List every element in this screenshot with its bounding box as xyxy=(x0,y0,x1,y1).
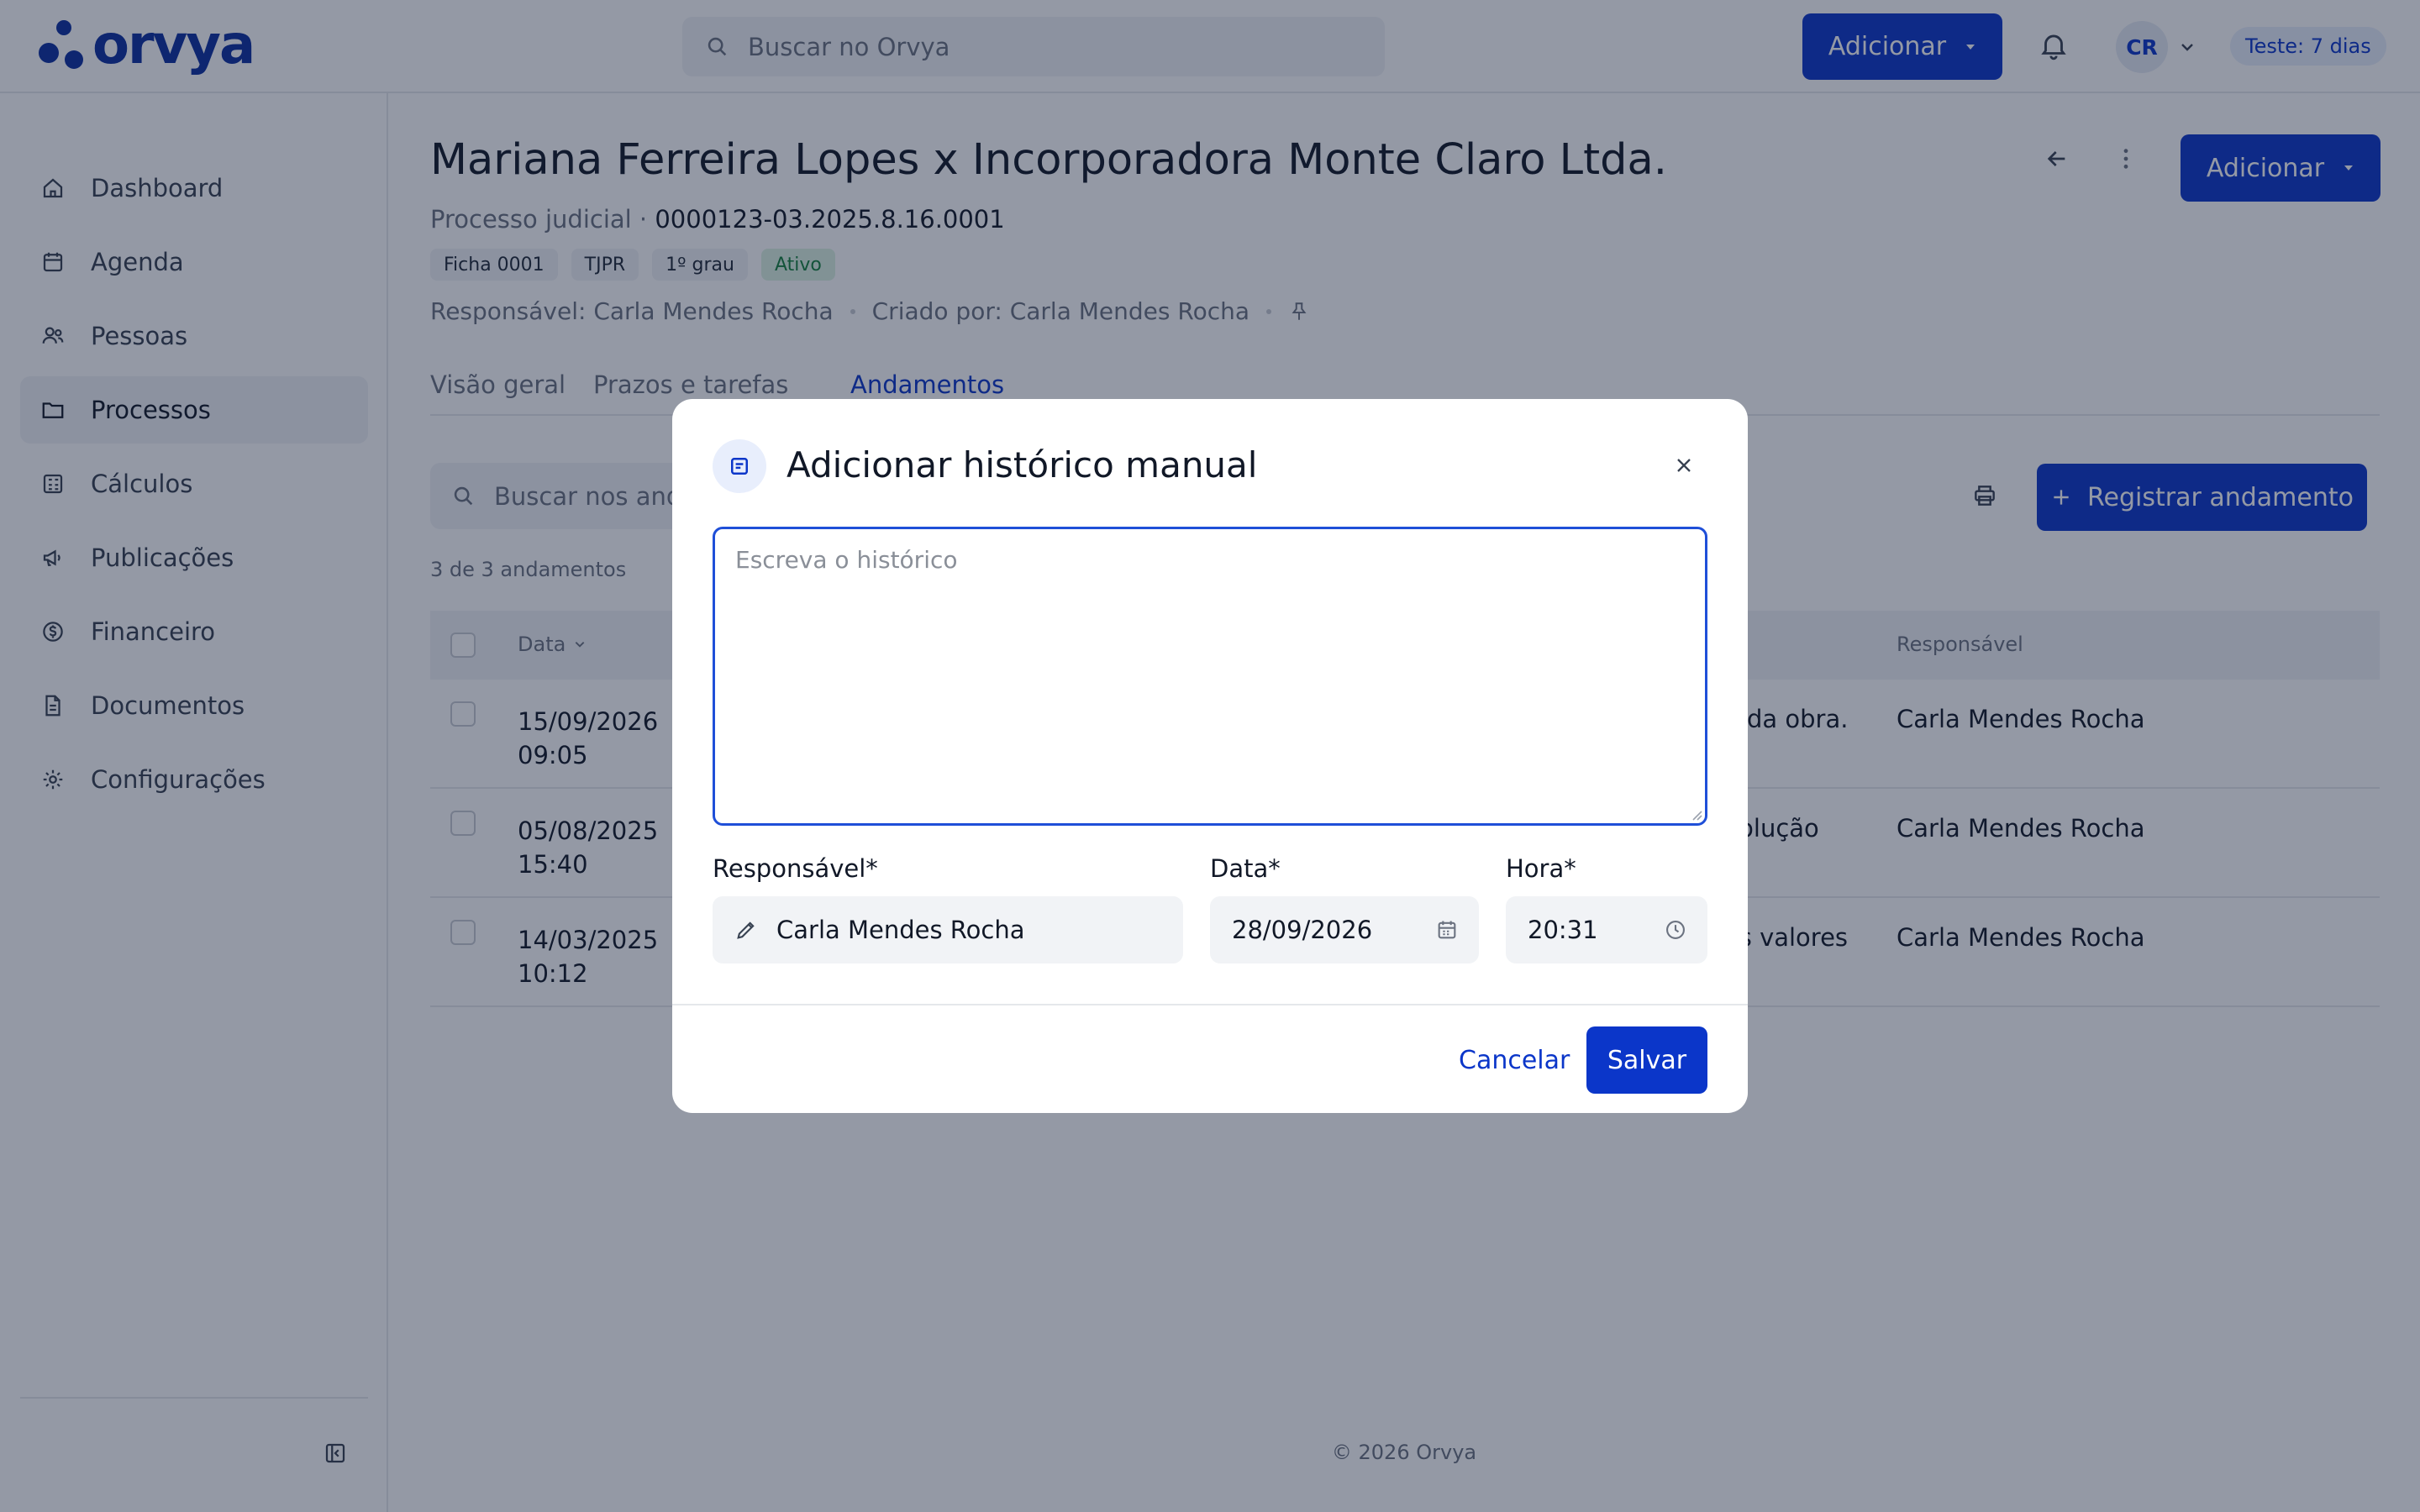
resize-handle-icon[interactable] xyxy=(1691,809,1702,821)
modal-footer-divider xyxy=(672,1004,1748,1005)
close-icon xyxy=(1677,459,1691,472)
time-field[interactable]: 20:31 xyxy=(1506,896,1707,963)
save-button[interactable]: Salvar xyxy=(1586,1026,1707,1094)
responsible-value: Carla Mendes Rocha xyxy=(776,916,1025,944)
time-value: 20:31 xyxy=(1528,916,1598,944)
note-icon xyxy=(731,458,748,475)
history-textarea[interactable] xyxy=(713,527,1707,826)
cancel-button[interactable]: Cancelar xyxy=(1442,1026,1586,1094)
responsible-field[interactable]: Carla Mendes Rocha xyxy=(713,896,1183,963)
modal-title: Adicionar histórico manual xyxy=(786,444,1258,486)
time-label: Hora* xyxy=(1506,854,1576,883)
date-label: Data* xyxy=(1210,854,1281,883)
add-history-dialog: Adicionar histórico manual Responsável* … xyxy=(672,399,1748,1113)
modal-header-icon xyxy=(713,439,766,493)
date-value: 28/09/2026 xyxy=(1232,916,1373,944)
responsible-label: Responsável* xyxy=(713,854,878,883)
pencil-icon xyxy=(737,921,755,939)
close-button[interactable] xyxy=(1672,454,1696,477)
calendar-icon[interactable] xyxy=(1435,918,1459,942)
clock-icon[interactable] xyxy=(1664,918,1687,942)
date-field[interactable]: 28/09/2026 xyxy=(1210,896,1479,963)
